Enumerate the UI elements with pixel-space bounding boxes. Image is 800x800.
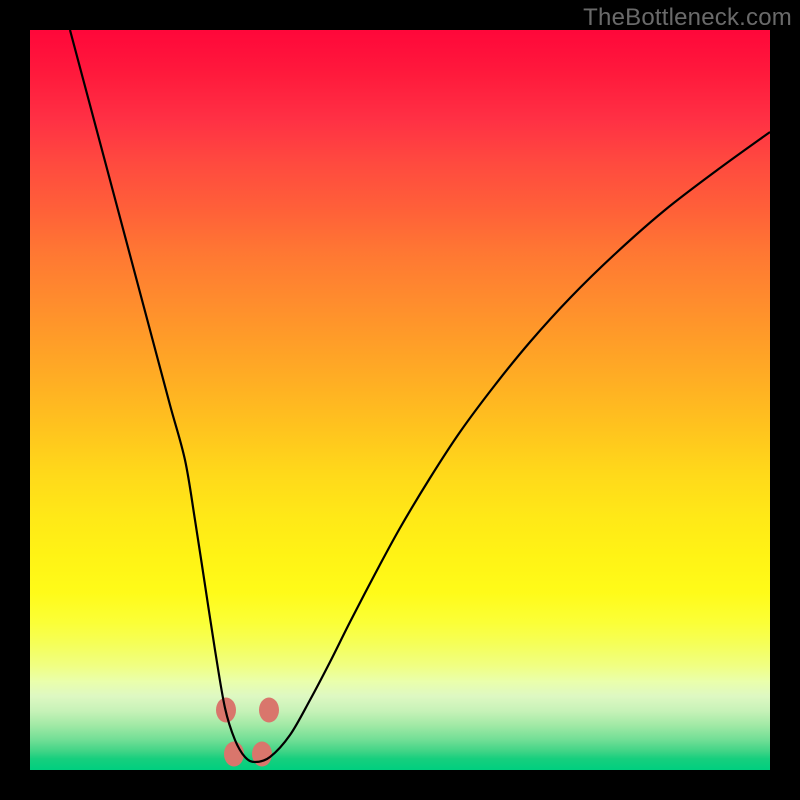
chart-plot-area xyxy=(30,30,770,770)
chart-svg xyxy=(30,30,770,770)
chart-marker xyxy=(224,742,244,767)
chart-marker xyxy=(259,698,279,723)
chart-curve xyxy=(70,30,770,762)
watermark-text: TheBottleneck.com xyxy=(583,4,792,32)
chart-frame: TheBottleneck.com xyxy=(0,0,800,800)
